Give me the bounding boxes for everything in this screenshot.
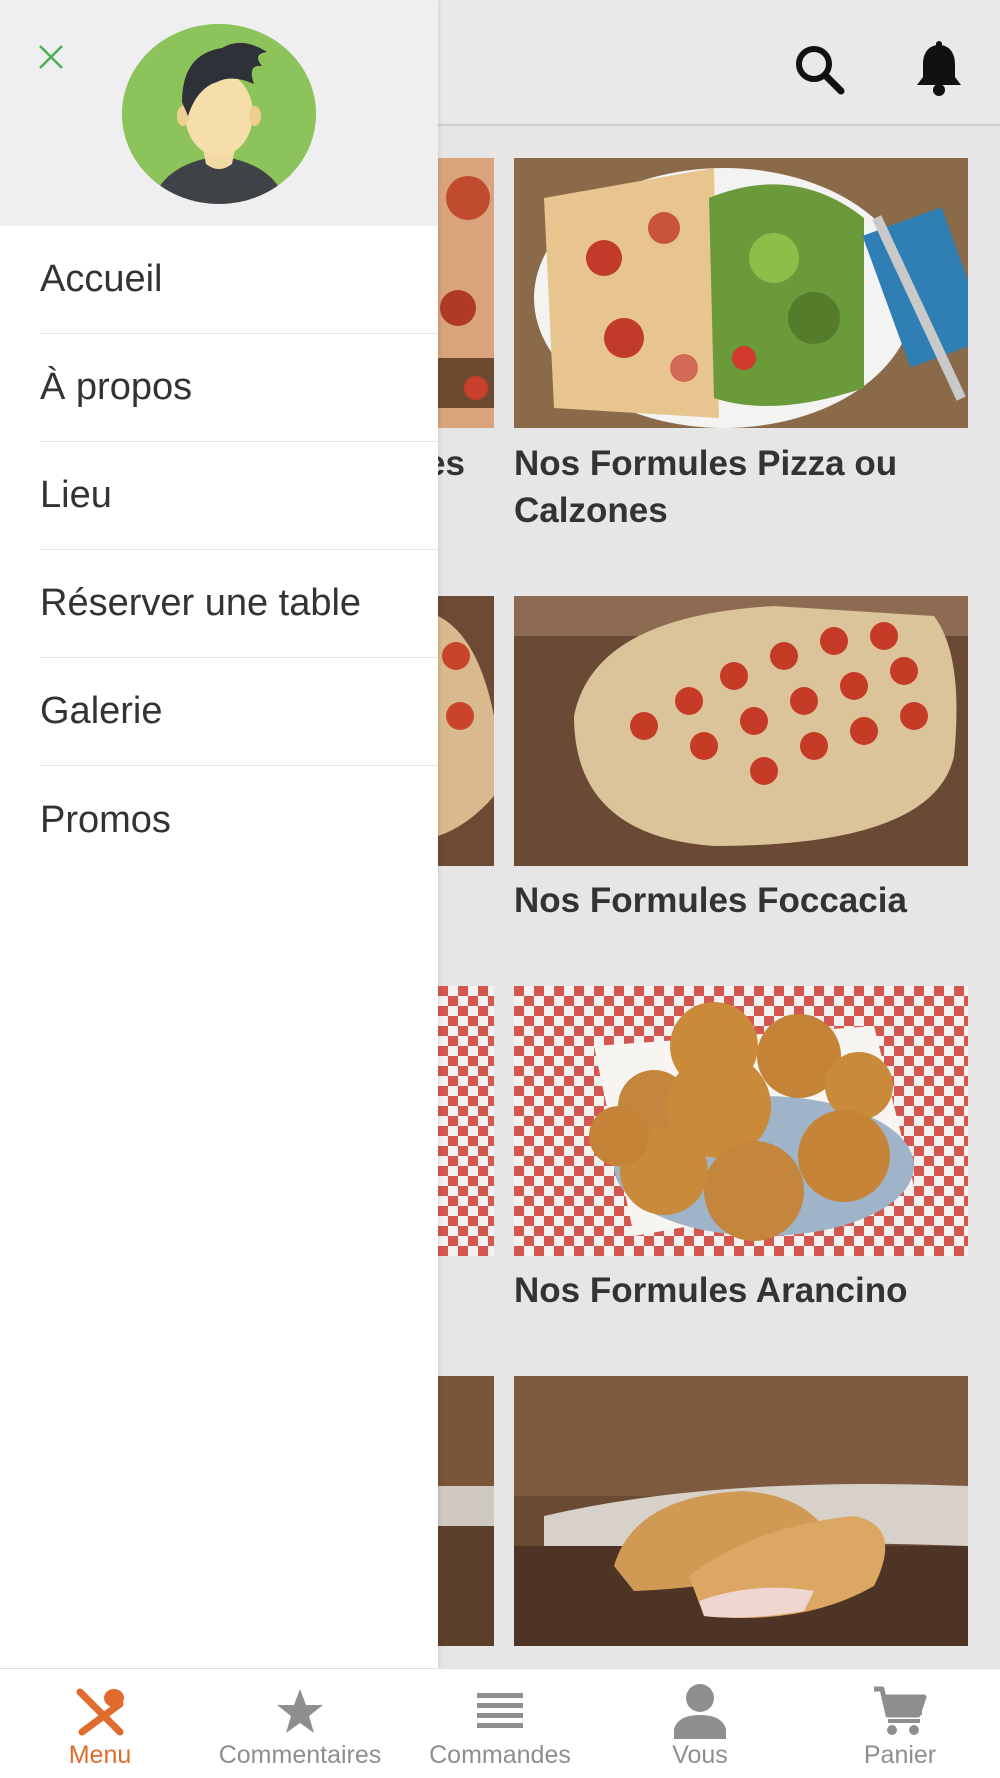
tab-menu-label: Menu [68,1741,132,1769]
drawer-item-lieu[interactable]: Lieu [40,442,438,550]
drawer-item-reserver-une-table[interactable]: Réserver une table [40,550,438,658]
left-card-image-2[interactable] [438,596,494,866]
bell-icon[interactable] [908,38,970,100]
tab-commentaires-label: Commentaires [218,1741,382,1769]
card-title[interactable]: Nos Formules Pizza ou Calzones [514,440,984,534]
bottom-navigation: Menu Commentaires Commandes Vous Panier [0,1668,1000,1778]
avatar[interactable] [122,24,316,204]
left-card-image-3[interactable] [438,986,494,1256]
drawer-item-galerie[interactable]: Galerie [40,658,438,766]
card-image-calzone[interactable] [514,1376,968,1646]
tab-panier[interactable]: Panier [800,1669,1000,1778]
left-card-image-1[interactable] [438,158,494,428]
star-icon [270,1681,330,1741]
card-image-arancino[interactable] [514,986,968,1256]
list-icon [470,1681,530,1741]
search-icon[interactable] [788,38,850,100]
drawer-item-accueil[interactable]: Accueil [40,226,438,334]
card-image-focaccia[interactable] [514,596,968,866]
card-title[interactable]: Nos Formules Arancino [514,1267,984,1314]
card-title[interactable]: Nos Formules Foccacia [514,877,984,924]
person-icon [670,1681,730,1741]
drawer-header [0,0,438,226]
navigation-drawer: Accueil À propos Lieu Réserver une table… [0,0,438,1668]
tab-menu[interactable]: Menu [0,1669,200,1778]
tab-vous-label: Vous [672,1741,728,1769]
tab-panier-label: Panier [863,1741,937,1769]
tab-vous[interactable]: Vous [600,1669,800,1778]
tab-commandes[interactable]: Commandes [400,1669,600,1778]
drawer-item-promos[interactable]: Promos [40,766,438,874]
tab-commentaires[interactable]: Commentaires [200,1669,400,1778]
cart-icon [870,1681,930,1741]
close-icon[interactable] [36,42,66,72]
utensils-icon [70,1681,130,1741]
card-image-pizza[interactable] [514,158,968,428]
drawer-item-a-propos[interactable]: À propos [40,334,438,442]
tab-commandes-label: Commandes [429,1741,571,1769]
left-card-image-4[interactable] [438,1376,494,1646]
